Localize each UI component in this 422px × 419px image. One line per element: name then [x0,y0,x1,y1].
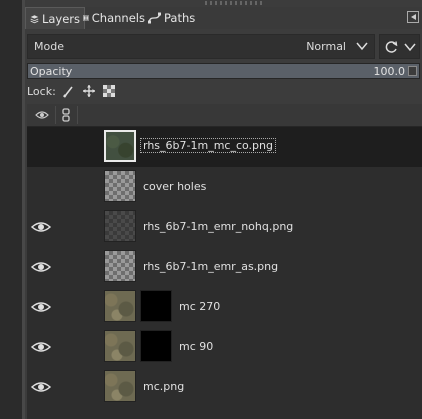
layer-thumbnail[interactable] [104,170,136,202]
lock-alpha-checker-icon[interactable] [102,84,116,98]
layer-thumbnail[interactable] [104,210,136,242]
chevron-down-icon [404,43,416,52]
layer-thumbnail[interactable] [104,370,136,402]
layer-name[interactable]: rhs_6b7-1m_mc_co.png [140,138,276,153]
layer-mask-thumbnail[interactable] [140,330,172,362]
layer-row[interactable]: mc.png [27,367,422,407]
layer-mask-thumbnail[interactable] [140,290,172,322]
link-column-chain-icon[interactable] [61,108,71,122]
paths-icon [148,12,161,23]
composite-mode-button[interactable] [379,34,420,59]
layer-thumbnail[interactable] [104,250,136,282]
visibility-eye-icon[interactable] [31,261,51,273]
layer-row[interactable]: mc 90 [27,327,422,367]
tab-label: Channels [91,10,145,25]
visibility-eye-icon[interactable] [31,301,51,313]
mode-label: Mode [34,40,64,53]
tab-label: Layers [41,11,80,26]
lock-label: Lock: [27,84,56,98]
layer-name[interactable]: rhs_6b7-1m_emr_as.png [143,260,278,273]
layer-row[interactable]: rhs_6b7-1m_mc_co.png [27,127,422,167]
opacity-fill [28,64,419,78]
mode-value: Normal [306,40,346,53]
layer-name[interactable]: cover holes [143,180,206,193]
dock-separator[interactable] [22,0,25,419]
layer-row[interactable]: rhs_6b7-1m_emr_as.png [27,247,422,287]
visibility-column-eye-icon[interactable] [35,110,49,120]
layer-row[interactable]: cover holes [27,167,422,207]
opacity-label: Opacity [30,65,73,78]
chevron-down-icon [356,42,368,51]
dock-tab-bar: Layers Channels Paths [25,7,422,29]
lock-pixels-brush-icon[interactable] [62,84,76,98]
left-gutter [0,0,22,419]
visibility-eye-icon[interactable] [31,341,51,353]
layer-name[interactable]: rhs_6b7-1m_emr_nohq.png [143,220,293,233]
visibility-eye-icon[interactable] [31,381,51,393]
opacity-value: 100.0 [373,65,406,78]
lock-row: Lock: [27,82,116,100]
tab-channels[interactable]: Channels [79,7,149,28]
layer-thumbnail[interactable] [104,130,136,162]
tab-label: Paths [164,10,196,25]
refresh-icon [385,41,398,53]
dock-grip-handle[interactable] [205,1,265,5]
layer-name[interactable]: mc 90 [179,340,213,353]
header-separator [77,106,78,124]
layer-thumbnail[interactable] [104,330,136,362]
channels-icon [83,14,89,21]
header-separator [55,106,56,124]
tab-menu-icon[interactable] [407,11,419,23]
layers-list-header [27,104,422,127]
opacity-spin-button[interactable] [408,66,417,76]
layers-list[interactable]: rhs_6b7-1m_mc_co.png cover holes rhs_6b7… [27,104,422,419]
lock-position-move-icon[interactable] [82,84,96,98]
layer-name[interactable]: mc.png [143,380,184,393]
visibility-eye-icon[interactable] [31,221,51,233]
layers-icon [30,14,39,23]
layer-row[interactable]: rhs_6b7-1m_emr_nohq.png [27,207,422,247]
opacity-slider[interactable]: Opacity 100.0 [27,63,420,79]
layer-row[interactable]: mc 270 [27,287,422,327]
layer-thumbnail[interactable] [104,290,136,322]
tab-layers[interactable]: Layers [25,7,85,29]
tab-paths[interactable]: Paths [144,7,200,28]
mode-dropdown[interactable]: Mode Normal [27,34,375,59]
layer-name[interactable]: mc 270 [179,300,220,313]
